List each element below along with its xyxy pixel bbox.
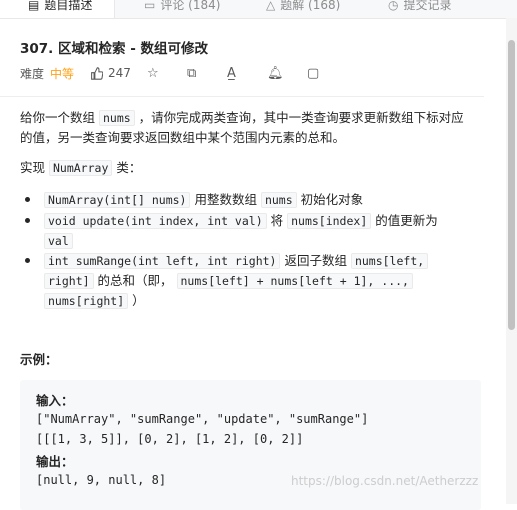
tab-description[interactable]: ▤ 题目描述 [0,0,116,18]
bullet [25,258,30,263]
inline-code: nums[left, [350,253,429,269]
inline-code: void update(int index, int val) [44,213,267,229]
text: 类： [112,160,142,175]
list-item: int sumRange(int left, int right) 返回子数组 … [25,251,454,311]
scrollbar[interactable] [506,18,517,504]
document-icon: ▤ [28,0,40,12]
description-paragraph: 给你一个数组 nums ，请你完成两类查询，其中一类查询要求更新数组下标对应 的… [20,108,490,148]
watermark: https://blog.csdn.net/Aetherzzz [291,474,479,488]
inline-code: nums [260,192,297,208]
text: 的值，另一类查询要求返回数组中某个范围内元素的总和。 [20,130,346,145]
tab-label: 评论 (184) [160,0,221,12]
inline-code: nums [98,110,135,126]
bullet [25,218,30,223]
thumbs-up-icon [91,66,104,80]
tab-solutions[interactable]: △ 题解 (168) [266,0,340,18]
difficulty-badge: 中等 [50,66,75,81]
output-line: [null, 9, null, 8] [36,473,167,487]
like-count: 247 [108,66,131,80]
input-line: ["NumArray", "sumRange", "update", "sumR… [36,412,369,426]
text: 的总和（即， [93,273,177,288]
inline-code: nums[index] [287,213,372,229]
inline-code: NumArray(int[] nums) [44,192,191,208]
tab-label: 题解 (168) [280,0,341,12]
tab-bar: ▤ 题目描述 ▭ 评论 (184) △ 题解 (168) ◷ 提交记录 [0,0,517,19]
tab-comments[interactable]: ▭ 评论 (184) [144,0,220,18]
tab-submissions[interactable]: ◷ 提交记录 [388,0,452,18]
comment-icon: ▭ [144,0,156,12]
text: 初始化对象 [296,192,364,207]
inline-code: right] [44,273,94,289]
input-line: [[[1, 3, 5]], [0, 2], [1, 2], [0, 2]] [36,432,304,446]
implement-paragraph: 实现 NumArray 类： [20,158,141,178]
text: 实现 [20,160,49,175]
translate-icon[interactable]: A̲ [227,66,267,81]
text: 的值更新为 [371,213,438,228]
clock-icon: ◷ [388,0,399,12]
output-label: 输出： [36,454,74,469]
star-icon[interactable]: ☆ [147,66,187,81]
method-list: NumArray(int[] nums) 用整数数组 nums 初始化对象 vo… [25,190,454,311]
inline-code: val [44,233,73,249]
flask-icon: △ [266,0,276,12]
example-block: 输入： ["NumArray", "sumRange", "update", "… [20,380,481,510]
divider [0,96,484,97]
problem-meta: 难度 中等 247 ☆ ⧉ A̲ 🔔︎ ▢ [20,64,347,82]
text: ，请你完成两类查询，其中一类查询要求更新数组下标对应 [134,110,464,125]
list-item: NumArray(int[] nums) 用整数数组 nums 初始化对象 [25,190,454,210]
input-label: 输入： [36,393,74,408]
inline-code: NumArray [48,160,113,176]
tab-label: 题目描述 [44,0,93,12]
like-button[interactable]: 247 [90,66,131,80]
inline-code: nums[right] [44,293,129,309]
text: 将 [266,213,288,228]
tab-label: 提交记录 [403,0,452,12]
feedback-icon[interactable]: ▢ [307,66,347,81]
text: 返回子数组 [280,253,351,268]
example-heading: 示例： [20,352,58,367]
text: 用整数数组 [190,192,261,207]
text: ） [128,293,145,308]
difficulty-label: 难度 [20,66,45,81]
text: 给你一个数组 [20,110,99,125]
problem-title: 307. 区域和检索 - 数组可修改 [20,41,209,57]
inline-code: nums[left] + nums[left + 1], ..., [176,273,413,289]
bell-icon[interactable]: 🔔︎ [267,66,307,81]
bullet [25,197,30,202]
scrollbar-thumb[interactable] [508,40,515,330]
inline-code: int sumRange(int left, int right) [44,253,281,269]
list-item: void update(int index, int val) 将 nums[i… [25,211,454,250]
share-icon[interactable]: ⧉ [187,66,227,81]
